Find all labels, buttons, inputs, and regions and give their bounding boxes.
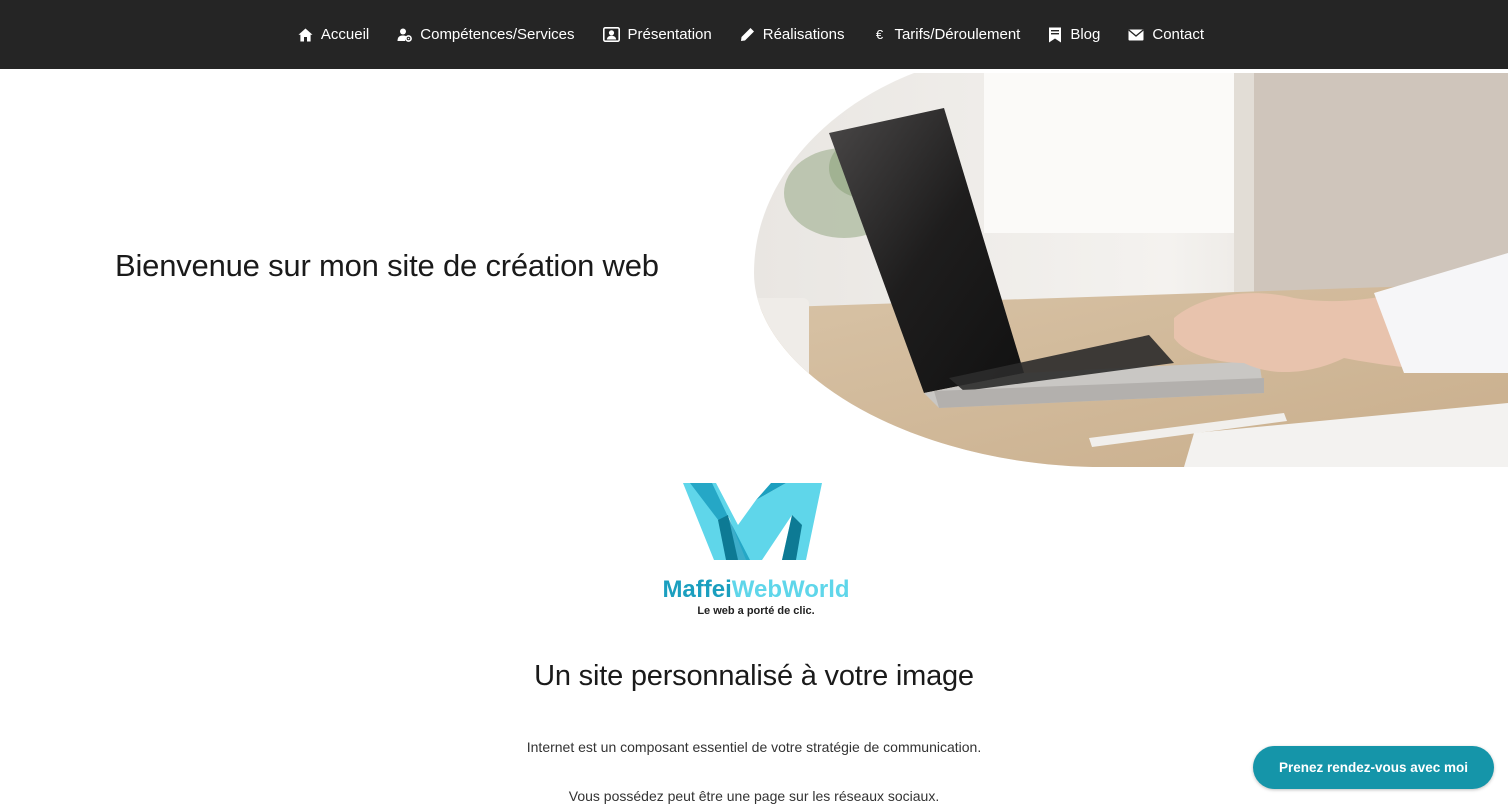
- euro-icon: €: [875, 27, 884, 42]
- logo-wordmark: MaffeiWebWorld: [646, 576, 866, 604]
- home-icon: [298, 28, 313, 42]
- logo-mark-icon: [683, 483, 822, 560]
- bookmark-icon: [1048, 27, 1062, 43]
- hero-image: [754, 73, 1508, 467]
- envelope-icon: [1128, 29, 1144, 41]
- nav-list: Accueil Compétences/Services Présentatio…: [298, 26, 1204, 43]
- nav-item-label: Tarifs/Déroulement: [894, 26, 1021, 43]
- logo-wordmark-part1: Maffei: [662, 576, 732, 603]
- logo-wordmark-part2: WebWorld: [731, 576, 850, 603]
- logo: MaffeiWebWorld Le web a porté de clic.: [646, 480, 866, 622]
- intro-paragraph: Vous possédez peut être une page sur les…: [568, 788, 940, 804]
- nav-item-competences-services[interactable]: Compétences/Services: [397, 26, 575, 43]
- nav-item-label: Contact: [1152, 26, 1205, 43]
- user-gear-icon: [397, 28, 413, 42]
- id-card-icon: [602, 27, 620, 42]
- top-navigation: Accueil Compétences/Services Présentatio…: [0, 0, 1508, 69]
- nav-item-label: Réalisations: [762, 26, 845, 43]
- nav-item-tarifs-deroulement[interactable]: € Tarifs/Déroulement: [872, 26, 1021, 43]
- nav-item-blog[interactable]: Blog: [1048, 26, 1100, 43]
- section-title: Un site personnalisé à votre image: [534, 660, 974, 692]
- nav-item-label: Présentation: [627, 26, 712, 43]
- nav-item-accueil[interactable]: Accueil: [298, 26, 369, 43]
- hero-title: Bienvenue sur mon site de création web: [115, 248, 659, 283]
- pen-icon: [740, 27, 755, 42]
- logo-tagline: Le web a porté de clic.: [697, 605, 815, 617]
- nav-item-label: Blog: [1070, 26, 1101, 43]
- nav-item-realisations[interactable]: Réalisations: [740, 26, 845, 43]
- nav-item-contact[interactable]: Contact: [1128, 26, 1204, 43]
- nav-item-label: Compétences/Services: [420, 26, 575, 43]
- nav-item-presentation[interactable]: Présentation: [602, 26, 712, 43]
- appointment-button[interactable]: Prenez rendez-vous avec moi: [1253, 746, 1494, 789]
- nav-item-label: Accueil: [320, 26, 370, 43]
